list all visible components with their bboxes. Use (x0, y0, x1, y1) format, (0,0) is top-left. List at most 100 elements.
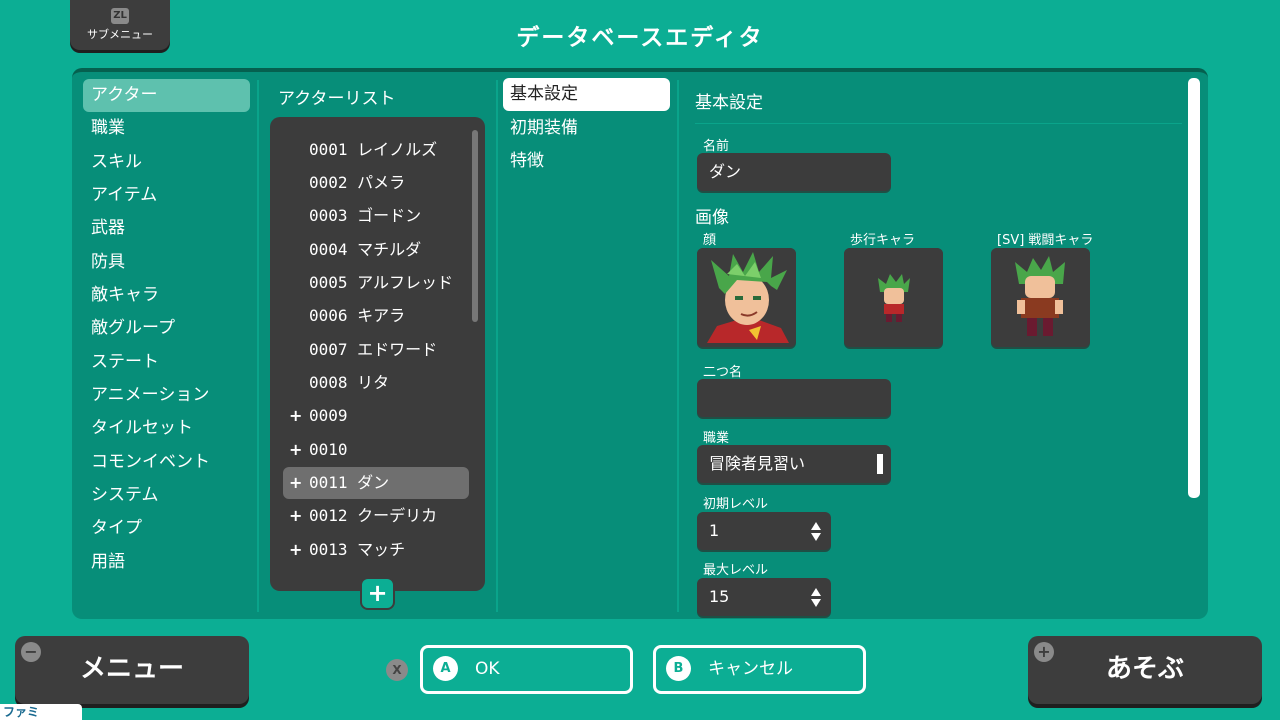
tab-initial-equipment[interactable]: 初期装備 (503, 112, 670, 145)
list-item[interactable]: 0004 マチルダ (283, 234, 469, 266)
list-item-label: 0005 アルフレッド (309, 273, 454, 292)
list-item[interactable]: 0008 リタ (283, 367, 469, 399)
decrement-icon[interactable] (811, 533, 821, 541)
list-item-label: 0013 マッチ (309, 540, 406, 559)
list-item-label: 0010 (309, 440, 348, 459)
walk-sprite-button[interactable] (844, 248, 943, 347)
list-item-label: 0006 キアラ (309, 306, 406, 325)
decrement-icon[interactable] (811, 599, 821, 607)
divider (695, 123, 1182, 124)
category-class[interactable]: 職業 (83, 112, 250, 145)
category-animation[interactable]: アニメーション (83, 379, 250, 412)
nickname-field[interactable] (697, 379, 891, 417)
battler-button[interactable] (991, 248, 1090, 347)
category-skill[interactable]: スキル (83, 146, 250, 179)
actor-list-scrollbar[interactable] (472, 130, 478, 322)
actor-list-header: アクターリスト (278, 89, 396, 109)
plus-icon: + (289, 440, 303, 459)
list-item[interactable]: 0003 ゴードン (283, 200, 469, 232)
plus-icon: + (289, 506, 303, 525)
list-item[interactable]: +0010 (283, 434, 469, 466)
category-state[interactable]: ステート (83, 346, 250, 379)
initial-level-label: 初期レベル (703, 497, 769, 512)
a-key-icon: A (433, 656, 458, 681)
list-item[interactable]: +0011 ダン (283, 467, 469, 499)
list-item-label: 0007 エドワード (309, 340, 438, 359)
face-image-button[interactable] (697, 248, 796, 347)
ok-button-label: OK (475, 659, 500, 679)
list-item[interactable]: +0009 (283, 400, 469, 432)
x-key-icon: X (386, 659, 408, 681)
walk-sprite-icon (844, 248, 943, 347)
tab-basic-settings[interactable]: 基本設定 (503, 78, 670, 111)
class-label: 職業 (703, 431, 730, 446)
battler-sprite-icon (991, 248, 1090, 347)
category-enemy[interactable]: 敵キャラ (83, 279, 250, 312)
column-divider (677, 80, 679, 612)
b-key-icon: B (666, 656, 691, 681)
list-item-label: 0001 レイノルズ (309, 140, 438, 159)
cancel-button-label: キャンセル (708, 659, 793, 679)
list-item[interactable]: +0012 クーデリカ (283, 500, 469, 532)
category-terms[interactable]: 用語 (83, 546, 250, 579)
plus-icon: + (1034, 642, 1054, 662)
increment-icon[interactable] (811, 588, 821, 596)
category-tileset[interactable]: タイルセット (83, 412, 250, 445)
name-field[interactable]: ダン (697, 153, 891, 191)
category-type[interactable]: タイプ (83, 512, 250, 545)
max-level-value: 15 (709, 587, 730, 606)
list-item[interactable]: 0001 レイノルズ (283, 134, 469, 166)
category-weapon[interactable]: 武器 (83, 212, 250, 245)
list-item[interactable]: 0006 キアラ (283, 300, 469, 332)
list-item-label: 0011 ダン (309, 473, 390, 492)
ok-button[interactable]: A OK (420, 645, 633, 694)
image-section-title: 画像 (695, 208, 729, 228)
category-troop[interactable]: 敵グループ (83, 312, 250, 345)
max-level-label: 最大レベル (703, 563, 769, 578)
play-button[interactable]: + あそぶ (1028, 636, 1262, 704)
list-item-label: 0003 ゴードン (309, 206, 422, 225)
list-item[interactable]: 0002 パメラ (283, 167, 469, 199)
list-item-label: 0008 リタ (309, 373, 390, 392)
page-title: データベースエディタ (516, 25, 764, 51)
list-item[interactable]: 0005 アルフレッド (283, 267, 469, 299)
initial-level-value: 1 (709, 521, 720, 540)
list-item-label: 0009 (309, 406, 348, 425)
battler-label: [SV] 戦闘キャラ (997, 233, 1094, 248)
category-common-event[interactable]: コモンイベント (83, 446, 250, 479)
plus-icon: + (289, 406, 303, 425)
list-item[interactable]: 0007 エドワード (283, 334, 469, 366)
watermark-logo: ファミ通.com (0, 704, 82, 720)
plus-icon: + (289, 540, 303, 559)
walk-sprite-label: 歩行キャラ (850, 233, 916, 248)
column-divider (496, 80, 498, 612)
column-divider (257, 80, 259, 612)
list-item-label: 0012 クーデリカ (309, 506, 438, 525)
category-system[interactable]: システム (83, 479, 250, 512)
max-level-stepper[interactable]: 15 (697, 578, 831, 616)
plus-icon: + (289, 473, 303, 492)
increment-icon[interactable] (811, 522, 821, 530)
class-dropdown-value: 冒険者見習い (709, 454, 806, 473)
category-actor[interactable]: アクター (83, 79, 250, 112)
section-title: 基本設定 (695, 93, 763, 113)
menu-button-label: メニュー (79, 654, 184, 684)
detail-scrollbar[interactable] (1188, 78, 1200, 498)
add-actor-button[interactable]: + (360, 577, 395, 610)
category-item[interactable]: アイテム (83, 179, 250, 212)
initial-level-stepper[interactable]: 1 (697, 512, 831, 550)
list-item-label: 0004 マチルダ (309, 240, 422, 259)
list-item-label: 0002 パメラ (309, 173, 406, 192)
name-label: 名前 (703, 139, 730, 154)
dropdown-marker-icon (877, 454, 883, 474)
category-armor[interactable]: 防具 (83, 246, 250, 279)
class-dropdown[interactable]: 冒険者見習い (697, 445, 891, 483)
list-item[interactable]: +0013 マッチ (283, 534, 469, 566)
minus-icon: − (21, 642, 41, 662)
nickname-label: 二つ名 (703, 365, 743, 380)
menu-button[interactable]: − メニュー (15, 636, 249, 704)
face-label: 顔 (703, 233, 717, 248)
tab-traits[interactable]: 特徴 (503, 145, 670, 178)
cancel-button[interactable]: B キャンセル (653, 645, 866, 694)
face-portrait-icon (697, 248, 796, 347)
